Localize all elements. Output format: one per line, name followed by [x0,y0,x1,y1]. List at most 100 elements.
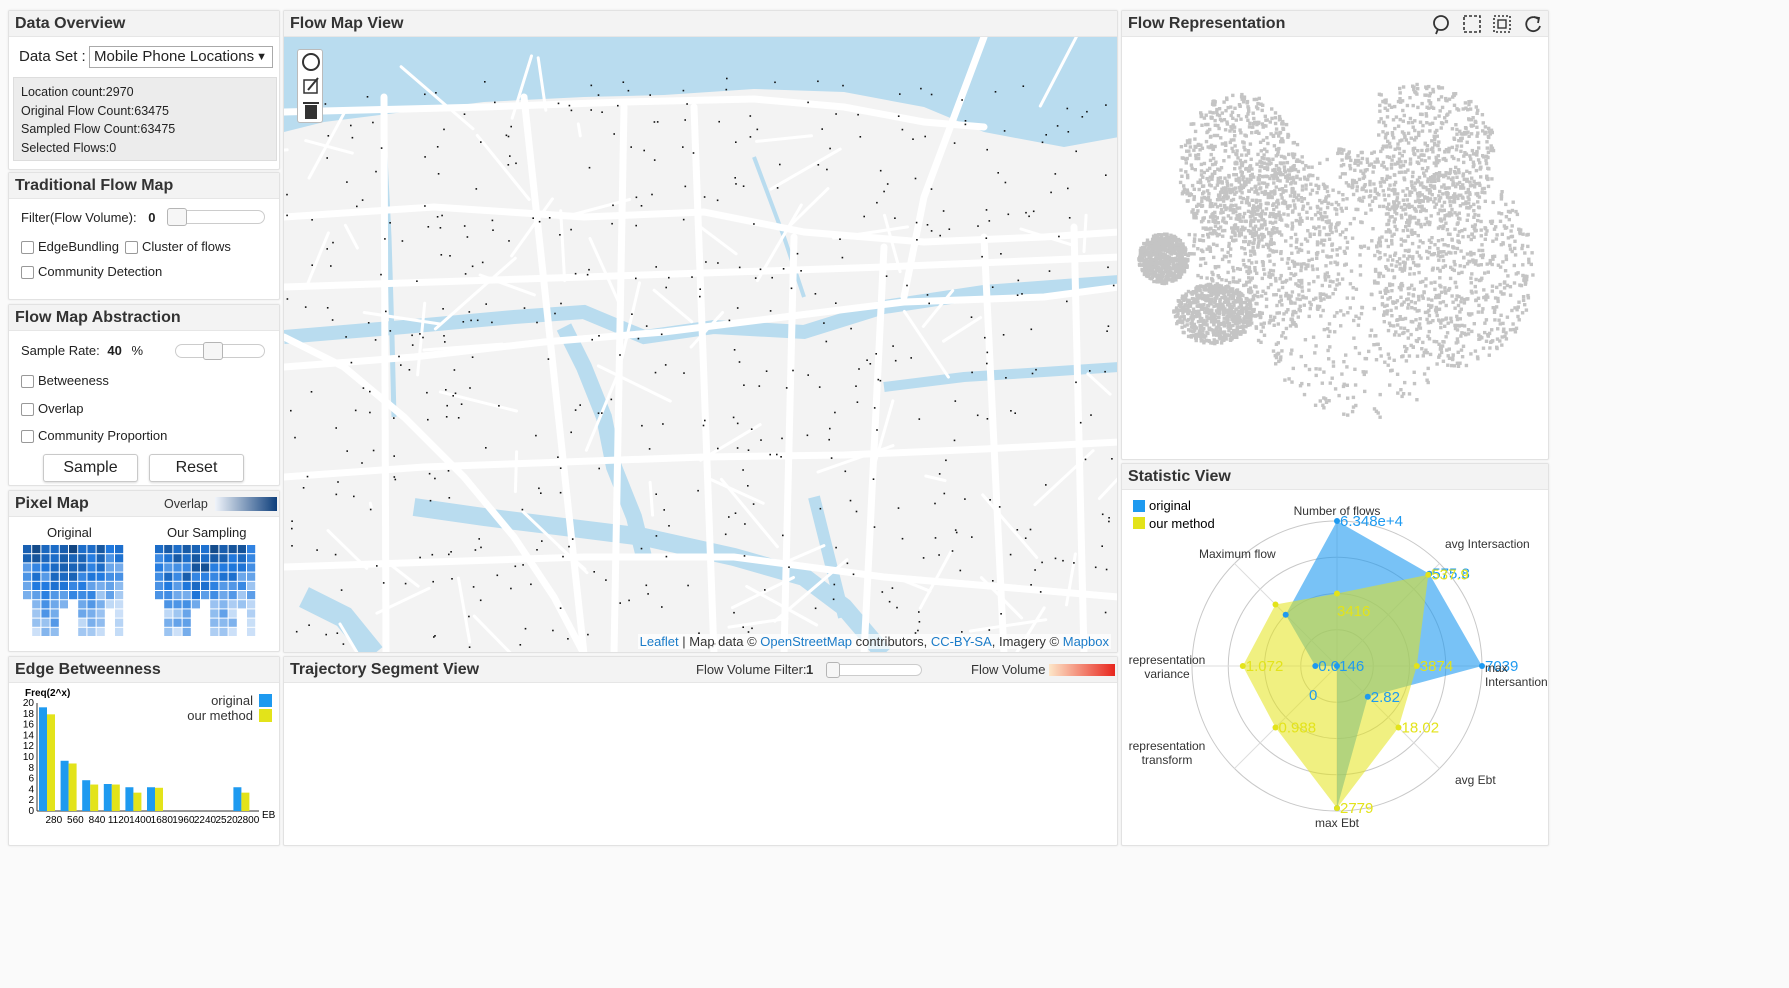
location-point [476,319,479,322]
dataset-select[interactable]: Mobile Phone Locations ▼ [89,46,273,68]
embedding-point [1337,393,1341,398]
embedding-point [1457,193,1461,197]
embedding-point [1480,248,1485,253]
embedding-point [1520,311,1525,315]
embedding-point [1299,265,1304,269]
license-link[interactable]: CC-BY-SA [931,634,992,649]
embedding-point [1151,237,1155,241]
embedding-point [1290,380,1294,384]
embedding-point [1215,198,1220,202]
pixel-cell [50,554,59,563]
location-point [702,424,705,427]
location-point [631,313,633,315]
embedding-point [1438,276,1442,280]
option-community-proportion[interactable]: Community Proportion [21,428,167,444]
location-point [462,321,465,323]
lasso-icon[interactable] [1433,15,1449,35]
embedding-point [1188,145,1193,149]
embedding-point [1310,188,1315,192]
option-betweeness[interactable]: Betweeness [21,373,109,389]
flow-map-canvas[interactable] [284,37,1118,653]
location-point [918,611,920,613]
location-point [1007,213,1010,216]
embedding-point [1233,134,1237,138]
flow-volume-filter-slider[interactable] [826,664,922,676]
option-community-detection[interactable]: Community Detection [21,264,162,280]
embedding-point [1255,290,1260,294]
embedding-point [1225,190,1229,194]
rect-select-icon[interactable] [1463,15,1481,33]
embedding-point [1211,156,1216,161]
embedding-point [1250,261,1254,265]
embedding-point [1326,255,1330,259]
location-point [807,101,809,104]
embedding-point [1250,187,1254,191]
embedding-point [1391,136,1396,140]
embedding-point [1410,306,1414,310]
trash-icon[interactable] [303,102,319,119]
circle-select-icon[interactable] [302,53,320,71]
embedding-point [1467,102,1471,107]
embedding-point [1159,275,1164,280]
embedding-point [1373,253,1377,258]
edit-icon[interactable] [303,77,319,94]
embedding-point [1317,232,1322,237]
community-detection-checkbox[interactable] [21,266,34,280]
embedding-point [1350,181,1355,185]
sample-rate-slider-handle[interactable] [203,342,223,360]
embedding-point [1447,347,1451,351]
option-cluster-of-flows[interactable]: Cluster of flows [125,239,231,255]
option-overlap[interactable]: Overlap [21,401,84,417]
mapbox-link[interactable]: Mapbox [1063,634,1109,649]
refresh-icon[interactable] [1525,16,1541,33]
cluster-of-flows-checkbox[interactable] [125,241,138,255]
location-point [449,255,451,257]
embedding-point [1208,110,1212,114]
embedding-point [1324,232,1329,237]
embedding-point [1233,161,1237,165]
embedding-point [1292,321,1296,325]
pixel-cell [78,554,87,563]
embedding-point [1267,271,1271,275]
embedding-point [1412,381,1417,386]
location-point [557,456,559,458]
embedding-point [1283,170,1288,174]
embedding-point [1458,317,1462,321]
rect-zoom-icon[interactable] [1493,15,1511,33]
embedding-point [1394,306,1398,310]
flow-embedding-scatter[interactable] [1122,37,1549,460]
embedding-point [1379,117,1383,121]
embedding-point [1265,149,1269,154]
embedding-point [1396,323,1400,327]
embedding-point [1178,316,1182,320]
embedding-point [1425,121,1429,125]
flow-volume-filter-handle[interactable] [826,662,840,678]
embedding-point [1285,160,1290,165]
embedding-point [1452,197,1456,201]
embedding-point [1401,354,1405,358]
embedding-point [1461,186,1466,190]
location-point [934,502,936,505]
embedding-point [1340,151,1344,155]
sample-button[interactable]: Sample [43,454,138,482]
flow-filter-slider-handle[interactable] [167,208,187,226]
community-proportion-checkbox[interactable] [21,430,34,444]
embedding-point [1426,297,1431,301]
embedding-point [1265,136,1269,140]
location-point [560,302,562,305]
option-edge-bundling[interactable]: EdgeBundling [21,239,119,255]
overlap-checkbox[interactable] [21,403,34,417]
embedding-point [1373,269,1378,273]
osm-link[interactable]: OpenStreetMap [760,634,852,649]
reset-button[interactable]: Reset [149,454,244,482]
edge-bundling-checkbox[interactable] [21,241,34,255]
location-point [1108,517,1110,519]
embedding-point [1410,257,1415,261]
embedding-point [1203,310,1207,314]
betweeness-checkbox[interactable] [21,375,34,389]
leaflet-link[interactable]: Leaflet [640,634,679,649]
embedding-point [1422,290,1426,295]
embedding-point [1498,219,1503,223]
embedding-point [1521,263,1525,267]
location-point [538,487,540,490]
